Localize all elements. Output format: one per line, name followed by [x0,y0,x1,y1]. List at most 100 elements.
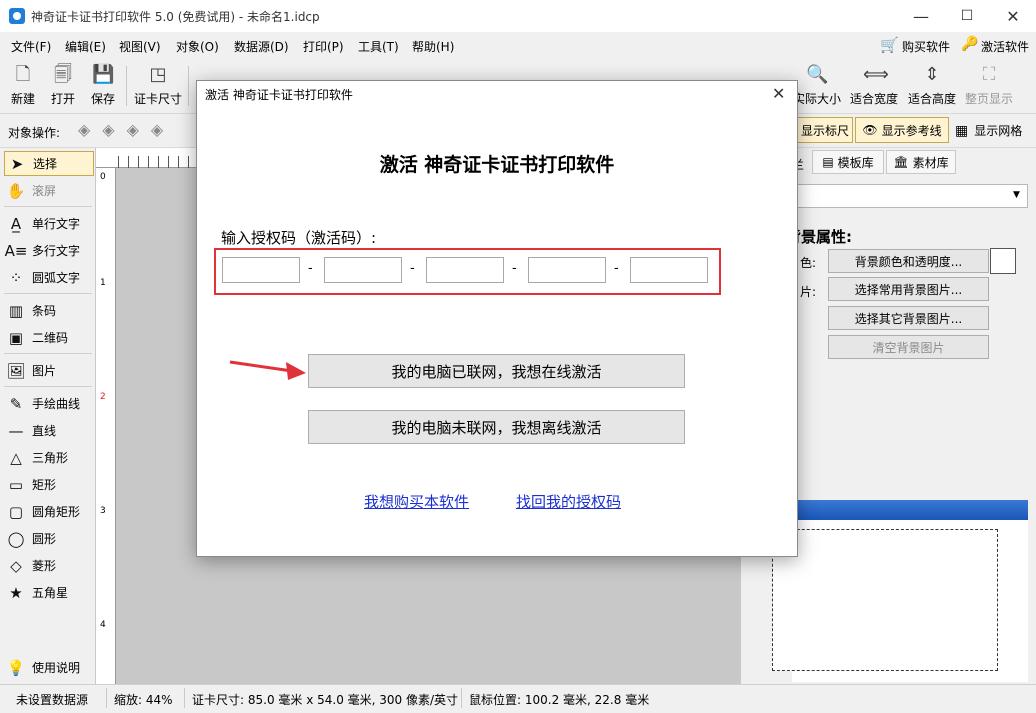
tool-freehand-label: 手绘曲线 [32,397,81,411]
tool-rounded-rect[interactable]: ▢ 圆角矩形 [4,499,94,524]
tool-qrcode[interactable]: ▣ 二维码 [4,325,94,350]
save-icon: 💾 [92,64,115,85]
show-ruler-label: 显示标尺 [800,123,849,138]
tab-templates-label: 模板库 [837,155,874,170]
tool-help[interactable]: 💡 使用说明 [4,655,94,680]
new-file-icon: 🗋 [15,64,31,85]
license-code-field-4[interactable] [528,257,606,283]
fit-width-button[interactable]: ⟺ 适合宽度 [847,62,901,110]
library-icon: 🏛 [893,155,909,169]
actual-size-button[interactable]: 🔍 实际大小 [790,62,844,110]
dialog-heading: 激活 神奇证卡证书打印软件 [379,154,615,176]
show-grid-toggle[interactable]: ▦ 显示网格 [955,122,1022,139]
new-label: 新建 [10,92,35,106]
card-size-button[interactable]: ◳ 证卡尺寸 [131,62,185,110]
single-text-icon: A̲ [10,214,22,233]
cart-icon: 🛒 [880,36,899,54]
tool-barcode[interactable]: ▥ 条码 [4,298,94,323]
ruler-ticks [118,156,198,168]
tool-arc-text[interactable]: ⁘ 圆弧文字 [4,265,94,290]
menu-object[interactable]: 对象(O) [176,38,219,55]
menu-edit[interactable]: 编辑(E) [65,38,106,55]
recover-code-link[interactable]: 找回我的授权码 [516,491,621,512]
tool-multi-text[interactable]: A≡ 多行文字 [4,238,94,263]
object-select-dropdown[interactable]: ▼ [792,184,1028,208]
ruler-mark: 0 [100,172,106,182]
save-label: 保存 [90,92,115,106]
menu-help[interactable]: 帮助(H) [412,38,454,55]
tool-line[interactable]: — 直线 [4,418,94,443]
menu-datasource[interactable]: 数据源(D) [234,38,289,55]
show-grid-label: 显示网格 [974,124,1023,138]
tools-divider [4,386,92,387]
layer-icons: ◈◈◈◈ [78,120,176,139]
show-guides-label: 显示参考线 [881,123,942,138]
line-icon: — [8,421,24,440]
tool-diamond[interactable]: ◇ 菱形 [4,553,94,578]
full-page-icon: ⛶ [982,64,996,85]
ruler-mark: 1 [100,278,106,288]
status-card-size: 证卡尺寸: 85.0 毫米 x 54.0 毫米, 300 像素/英寸 [192,693,459,707]
dialog-close-icon[interactable]: ✕ [772,84,785,103]
status-mouse-pos: 鼠标位置: 100.2 毫米, 22.8 毫米 [469,693,650,707]
save-button[interactable]: 💾 保存 [81,62,125,110]
offline-activate-button[interactable]: 我的电脑未联网，我想离线激活 [308,410,685,444]
triangle-icon: △ [10,448,22,467]
ruler-mark: 2 [100,392,106,402]
tool-select[interactable]: ➤ 选择 [4,151,94,176]
pointer-icon: ➤ [10,154,24,173]
clear-bg-button[interactable]: 清空背景图片 [828,335,989,359]
status-datasource: 未设置数据源 [16,693,89,707]
code-separator: - [614,261,619,276]
license-code-field-2[interactable] [324,257,402,283]
menu-view[interactable]: 视图(V) [119,38,161,55]
tool-freehand[interactable]: ✎ 手绘曲线 [4,391,94,416]
grid-icon: ▦ [955,122,969,139]
other-bg-button[interactable]: 选择其它背景图片... [828,306,989,330]
tab-templates[interactable]: ▤ 模板库 [812,150,884,174]
activate-software-link[interactable]: 激活软件 [981,38,1029,55]
tool-triangle-label: 三角形 [32,451,69,465]
bg-color-button[interactable]: 背景颜色和透明度... [828,249,989,273]
minimize-button[interactable]: — [898,0,944,32]
fit-height-icon: ⇕ [924,64,940,85]
tool-single-text[interactable]: A̲ 单行文字 [4,211,94,236]
fit-height-label: 适合高度 [907,92,956,106]
arrow-shaft [229,360,293,373]
tool-rectangle[interactable]: ▭ 矩形 [4,472,94,497]
tool-circle[interactable]: ◯ 圆形 [4,526,94,551]
license-code-field-5[interactable] [630,257,708,283]
show-guides-toggle[interactable]: 👁 显示参考线 [855,117,949,143]
dialog-title: 激活 神奇证卡证书打印软件 [205,88,353,102]
status-divider [106,688,107,708]
rectangle-icon: ▭ [8,475,24,494]
tool-rectangle-label: 矩形 [32,478,57,492]
fit-height-button[interactable]: ⇕ 适合高度 [905,62,959,110]
color-swatch[interactable] [990,248,1016,274]
full-page-button[interactable]: ⛶ 整页显示 [962,62,1016,110]
new-button[interactable]: 🗋 新建 [1,62,45,110]
license-code-field-3[interactable] [426,257,504,283]
maximize-button[interactable]: ☐ [944,0,990,32]
tool-arc-text-label: 圆弧文字 [32,271,81,285]
tool-star[interactable]: ★ 五角星 [4,580,94,605]
tool-scroll[interactable]: ✋ 滚屏 [4,178,94,203]
license-code-field-1[interactable] [222,257,300,283]
star-icon: ★ [9,583,23,602]
buy-software-link-dialog[interactable]: 我想购买本软件 [364,491,469,512]
show-ruler-toggle[interactable]: 显示标尺 [797,117,853,143]
barcode-icon: ▥ [8,301,24,320]
menu-tools[interactable]: 工具(T) [358,38,399,55]
tool-image[interactable]: 🖼 图片 [4,358,94,383]
menu-print[interactable]: 打印(P) [303,38,344,55]
tool-line-label: 直线 [32,424,57,438]
buy-software-link[interactable]: 购买软件 [902,38,950,55]
menu-file[interactable]: 文件(F) [11,38,51,55]
common-bg-button[interactable]: 选择常用背景图片... [828,277,989,301]
tool-triangle[interactable]: △ 三角形 [4,445,94,470]
row-label: 片: [800,285,817,299]
close-button[interactable]: ✕ [990,0,1036,32]
tab-assets[interactable]: 🏛 素材库 [886,150,956,174]
online-activate-button[interactable]: 我的电脑已联网，我想在线激活 [308,354,685,388]
open-button[interactable]: 🗐 打开 [41,62,85,110]
